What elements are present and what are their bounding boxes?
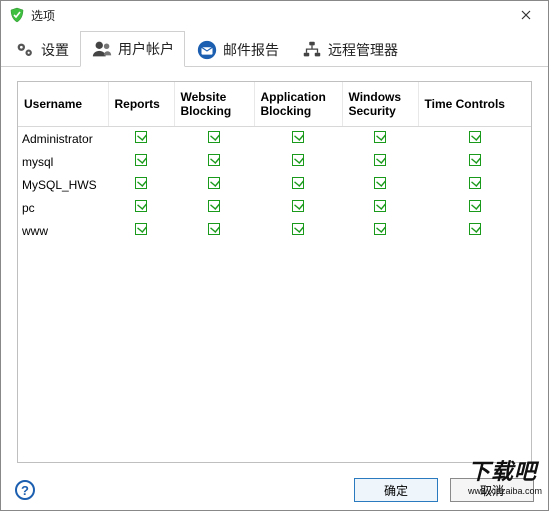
checkbox[interactable] — [292, 131, 304, 143]
checkbox[interactable] — [469, 177, 481, 189]
checkbox[interactable] — [469, 154, 481, 166]
username-cell: MySQL_HWS — [18, 173, 108, 196]
check-cell — [174, 196, 254, 219]
checkbox[interactable] — [374, 223, 386, 235]
check-cell — [254, 127, 342, 151]
check-cell — [418, 173, 531, 196]
check-cell — [418, 219, 531, 242]
col-website-blocking[interactable]: Website Blocking — [174, 82, 254, 127]
table-row[interactable]: pc — [18, 196, 531, 219]
checkbox[interactable] — [374, 200, 386, 212]
close-button[interactable] — [512, 5, 540, 25]
cancel-button[interactable]: 取消 — [450, 478, 534, 502]
tab-label: 远程管理器 — [328, 40, 398, 60]
users-icon — [91, 38, 113, 60]
dialog-footer: ? 确定 取消 — [1, 470, 548, 510]
checkbox[interactable] — [208, 131, 220, 143]
tab-label: 设置 — [41, 40, 69, 60]
tab-label: 邮件报告 — [223, 40, 279, 60]
check-cell — [174, 173, 254, 196]
close-icon — [521, 10, 531, 20]
question-icon: ? — [21, 483, 29, 498]
table-row[interactable]: www — [18, 219, 531, 242]
username-cell: pc — [18, 196, 108, 219]
username-cell: mysql — [18, 150, 108, 173]
username-cell: Administrator — [18, 127, 108, 151]
checkbox[interactable] — [135, 154, 147, 166]
checkbox[interactable] — [135, 177, 147, 189]
check-cell — [418, 196, 531, 219]
check-cell — [174, 150, 254, 173]
col-reports[interactable]: Reports — [108, 82, 174, 127]
window-title: 选项 — [31, 7, 55, 24]
check-cell — [418, 127, 531, 151]
checkbox[interactable] — [292, 223, 304, 235]
network-icon — [301, 39, 323, 61]
checkbox[interactable] — [135, 131, 147, 143]
checkbox[interactable] — [208, 154, 220, 166]
checkbox[interactable] — [469, 200, 481, 212]
col-time-controls[interactable]: Time Controls — [418, 82, 531, 127]
checkbox[interactable] — [469, 223, 481, 235]
table-row[interactable]: Administrator — [18, 127, 531, 151]
col-windows-security[interactable]: Windows Security — [342, 82, 418, 127]
check-cell — [342, 150, 418, 173]
checkbox[interactable] — [208, 177, 220, 189]
checkbox[interactable] — [135, 223, 147, 235]
help-button[interactable]: ? — [15, 480, 35, 500]
tab-settings[interactable]: 设置 — [3, 32, 80, 67]
titlebar: 选项 — [1, 1, 548, 29]
check-cell — [108, 127, 174, 151]
checkbox[interactable] — [292, 177, 304, 189]
checkbox[interactable] — [292, 154, 304, 166]
check-cell — [108, 196, 174, 219]
ok-button[interactable]: 确定 — [354, 478, 438, 502]
tabbar: 设置 用户帐户 邮件报告 远程管理器 — [1, 29, 548, 67]
checkbox[interactable] — [374, 154, 386, 166]
table-row[interactable]: mysql — [18, 150, 531, 173]
tab-label: 用户帐户 — [118, 39, 174, 59]
users-table-frame: Username Reports Website Blocking Applic… — [17, 81, 532, 463]
check-cell — [108, 173, 174, 196]
tab-user-accounts[interactable]: 用户帐户 — [80, 31, 185, 67]
check-cell — [254, 219, 342, 242]
checkbox[interactable] — [135, 200, 147, 212]
gears-icon — [14, 39, 36, 61]
checkbox[interactable] — [208, 223, 220, 235]
mail-icon — [196, 39, 218, 61]
check-cell — [254, 173, 342, 196]
check-cell — [342, 127, 418, 151]
titlebar-left: 选项 — [9, 7, 55, 24]
users-table: Username Reports Website Blocking Applic… — [18, 82, 531, 242]
col-username[interactable]: Username — [18, 82, 108, 127]
checkbox[interactable] — [374, 177, 386, 189]
check-cell — [254, 150, 342, 173]
check-cell — [108, 150, 174, 173]
app-shield-icon — [9, 7, 25, 23]
tab-mail-report[interactable]: 邮件报告 — [185, 32, 290, 67]
check-cell — [418, 150, 531, 173]
check-cell — [174, 127, 254, 151]
checkbox[interactable] — [208, 200, 220, 212]
checkbox[interactable] — [374, 131, 386, 143]
check-cell — [342, 219, 418, 242]
col-application-blocking[interactable]: Application Blocking — [254, 82, 342, 127]
check-cell — [342, 196, 418, 219]
check-cell — [254, 196, 342, 219]
content-area: Username Reports Website Blocking Applic… — [1, 67, 548, 471]
table-header-row: Username Reports Website Blocking Applic… — [18, 82, 531, 127]
username-cell: www — [18, 219, 108, 242]
table-row[interactable]: MySQL_HWS — [18, 173, 531, 196]
tab-remote-manager[interactable]: 远程管理器 — [290, 32, 409, 67]
checkbox[interactable] — [292, 200, 304, 212]
check-cell — [342, 173, 418, 196]
check-cell — [174, 219, 254, 242]
check-cell — [108, 219, 174, 242]
checkbox[interactable] — [469, 131, 481, 143]
